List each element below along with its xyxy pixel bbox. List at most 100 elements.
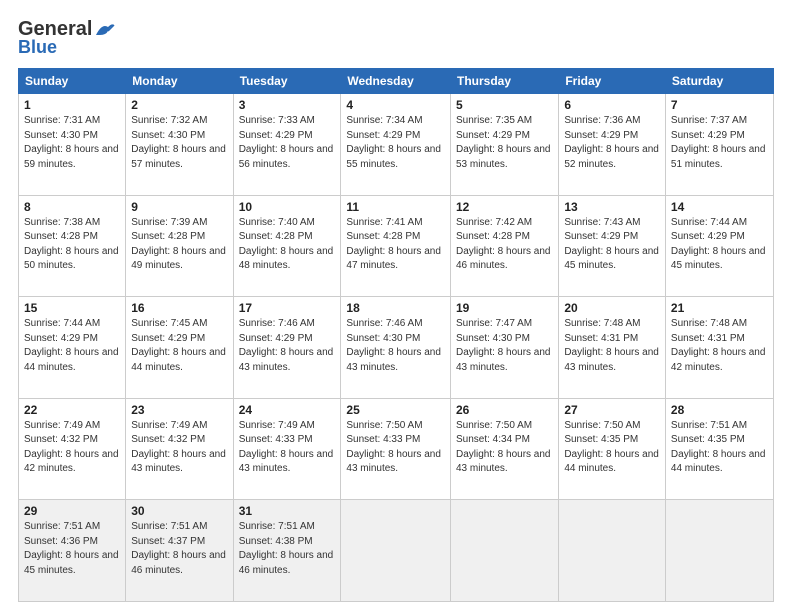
calendar-cell: 21 Sunrise: 7:48 AMSunset: 4:31 PMDayligh… <box>665 297 773 399</box>
calendar-header-row: SundayMondayTuesdayWednesdayThursdayFrid… <box>19 69 774 94</box>
col-header-wednesday: Wednesday <box>341 69 451 94</box>
day-number: 23 <box>131 403 227 417</box>
day-number: 20 <box>564 301 660 315</box>
day-number: 3 <box>239 98 336 112</box>
calendar-cell <box>341 500 451 602</box>
calendar-cell: 20Sunrise: 7:48 AMSunset: 4:31 PMDayligh… <box>559 297 666 399</box>
day-info: Sunrise: 7:49 AMSunset: 4:32 PMDaylight:… <box>24 420 119 475</box>
day-info: Sunrise: 7:51 AMSunset: 4:35 PMDaylight:… <box>671 420 766 475</box>
day-info: Sunrise: 7:51 AMSunset: 4:38 PMDaylight:… <box>239 521 334 576</box>
calendar-cell: 1 Sunrise: 7:31 AMSunset: 4:30 PMDaylight… <box>19 94 126 196</box>
day-info: Sunrise: 7:44 AMSunset: 4:29 PMDaylight:… <box>24 318 119 373</box>
day-number: 2 <box>131 98 227 112</box>
calendar-cell: 16 Sunrise: 7:45 AMSunset: 4:29 PMDayligh… <box>126 297 233 399</box>
col-header-thursday: Thursday <box>450 69 558 94</box>
day-number: 16 <box>131 301 227 315</box>
col-header-sunday: Sunday <box>19 69 126 94</box>
day-info: Sunrise: 7:43 AMSunset: 4:29 PMDaylight:… <box>564 217 659 272</box>
calendar-cell <box>559 500 666 602</box>
day-number: 26 <box>456 403 553 417</box>
day-number: 21 <box>671 301 768 315</box>
calendar-week-3: 15 Sunrise: 7:44 AMSunset: 4:29 PMDayligh… <box>19 297 774 399</box>
calendar-cell: 30 Sunrise: 7:51 AMSunset: 4:37 PMDayligh… <box>126 500 233 602</box>
calendar-week-2: 8 Sunrise: 7:38 AMSunset: 4:28 PMDaylight… <box>19 195 774 297</box>
calendar-cell: 29 Sunrise: 7:51 AMSunset: 4:36 PMDayligh… <box>19 500 126 602</box>
calendar-cell: 12Sunrise: 7:42 AMSunset: 4:28 PMDayligh… <box>450 195 558 297</box>
day-info: Sunrise: 7:51 AMSunset: 4:37 PMDaylight:… <box>131 521 226 576</box>
day-number: 17 <box>239 301 336 315</box>
calendar-cell: 24 Sunrise: 7:49 AMSunset: 4:33 PMDayligh… <box>233 398 341 500</box>
day-number: 11 <box>346 200 445 214</box>
day-info: Sunrise: 7:38 AMSunset: 4:28 PMDaylight:… <box>24 217 119 272</box>
day-number: 1 <box>24 98 120 112</box>
day-info: Sunrise: 7:39 AMSunset: 4:28 PMDaylight:… <box>131 217 226 272</box>
calendar-week-4: 22 Sunrise: 7:49 AMSunset: 4:32 PMDayligh… <box>19 398 774 500</box>
col-header-monday: Monday <box>126 69 233 94</box>
calendar-cell: 26 Sunrise: 7:50 AMSunset: 4:34 PMDayligh… <box>450 398 558 500</box>
day-info: Sunrise: 7:49 AMSunset: 4:33 PMDaylight:… <box>239 420 334 475</box>
day-number: 24 <box>239 403 336 417</box>
calendar-cell: 8 Sunrise: 7:38 AMSunset: 4:28 PMDaylight… <box>19 195 126 297</box>
day-info: Sunrise: 7:31 AMSunset: 4:30 PMDaylight:… <box>24 115 119 170</box>
day-info: Sunrise: 7:35 AMSunset: 4:29 PMDaylight:… <box>456 115 551 170</box>
col-header-friday: Friday <box>559 69 666 94</box>
day-info: Sunrise: 7:46 AMSunset: 4:30 PMDaylight:… <box>346 318 441 373</box>
day-number: 31 <box>239 504 336 518</box>
calendar-cell: 5 Sunrise: 7:35 AMSunset: 4:29 PMDaylight… <box>450 94 558 196</box>
day-info: Sunrise: 7:45 AMSunset: 4:29 PMDaylight:… <box>131 318 226 373</box>
calendar-cell: 27 Sunrise: 7:50 AMSunset: 4:35 PMDayligh… <box>559 398 666 500</box>
calendar-cell: 23 Sunrise: 7:49 AMSunset: 4:32 PMDayligh… <box>126 398 233 500</box>
day-number: 9 <box>131 200 227 214</box>
day-number: 18 <box>346 301 445 315</box>
day-info: Sunrise: 7:36 AMSunset: 4:29 PMDaylight:… <box>564 115 659 170</box>
calendar-cell: 13Sunrise: 7:43 AMSunset: 4:29 PMDayligh… <box>559 195 666 297</box>
day-number: 27 <box>564 403 660 417</box>
day-number: 29 <box>24 504 120 518</box>
logo: General Blue <box>18 18 116 58</box>
calendar-cell: 28 Sunrise: 7:51 AMSunset: 4:35 PMDayligh… <box>665 398 773 500</box>
calendar-cell: 10Sunrise: 7:40 AMSunset: 4:28 PMDayligh… <box>233 195 341 297</box>
day-number: 6 <box>564 98 660 112</box>
header: General Blue <box>18 18 774 58</box>
day-info: Sunrise: 7:48 AMSunset: 4:31 PMDaylight:… <box>671 318 766 373</box>
calendar-cell: 2Sunrise: 7:32 AMSunset: 4:30 PMDaylight… <box>126 94 233 196</box>
calendar-cell: 3 Sunrise: 7:33 AMSunset: 4:29 PMDaylight… <box>233 94 341 196</box>
calendar-cell: 31 Sunrise: 7:51 AMSunset: 4:38 PMDayligh… <box>233 500 341 602</box>
day-number: 19 <box>456 301 553 315</box>
calendar-cell: 4 Sunrise: 7:34 AMSunset: 4:29 PMDaylight… <box>341 94 451 196</box>
day-number: 25 <box>346 403 445 417</box>
calendar-cell: 7 Sunrise: 7:37 AMSunset: 4:29 PMDaylight… <box>665 94 773 196</box>
day-info: Sunrise: 7:37 AMSunset: 4:29 PMDaylight:… <box>671 115 766 170</box>
calendar-cell: 25 Sunrise: 7:50 AMSunset: 4:33 PMDayligh… <box>341 398 451 500</box>
day-number: 28 <box>671 403 768 417</box>
calendar-cell <box>665 500 773 602</box>
calendar-cell <box>450 500 558 602</box>
day-info: Sunrise: 7:41 AMSunset: 4:28 PMDaylight:… <box>346 217 441 272</box>
day-number: 15 <box>24 301 120 315</box>
day-number: 5 <box>456 98 553 112</box>
calendar-week-5: 29 Sunrise: 7:51 AMSunset: 4:36 PMDayligh… <box>19 500 774 602</box>
page: General Blue SundayMondayTuesdayWednesda… <box>0 0 792 612</box>
day-number: 7 <box>671 98 768 112</box>
day-info: Sunrise: 7:50 AMSunset: 4:33 PMDaylight:… <box>346 420 441 475</box>
calendar-table: SundayMondayTuesdayWednesdayThursdayFrid… <box>18 68 774 602</box>
day-number: 14 <box>671 200 768 214</box>
day-info: Sunrise: 7:33 AMSunset: 4:29 PMDaylight:… <box>239 115 334 170</box>
day-info: Sunrise: 7:34 AMSunset: 4:29 PMDaylight:… <box>346 115 441 170</box>
day-info: Sunrise: 7:50 AMSunset: 4:35 PMDaylight:… <box>564 420 659 475</box>
day-number: 4 <box>346 98 445 112</box>
calendar-cell: 14 Sunrise: 7:44 AMSunset: 4:29 PMDayligh… <box>665 195 773 297</box>
day-info: Sunrise: 7:49 AMSunset: 4:32 PMDaylight:… <box>131 420 226 475</box>
calendar-cell: 19 Sunrise: 7:47 AMSunset: 4:30 PMDayligh… <box>450 297 558 399</box>
day-info: Sunrise: 7:50 AMSunset: 4:34 PMDaylight:… <box>456 420 551 475</box>
day-number: 12 <box>456 200 553 214</box>
day-number: 30 <box>131 504 227 518</box>
day-number: 22 <box>24 403 120 417</box>
day-info: Sunrise: 7:47 AMSunset: 4:30 PMDaylight:… <box>456 318 551 373</box>
calendar-cell: 18 Sunrise: 7:46 AMSunset: 4:30 PMDayligh… <box>341 297 451 399</box>
day-number: 8 <box>24 200 120 214</box>
day-info: Sunrise: 7:51 AMSunset: 4:36 PMDaylight:… <box>24 521 119 576</box>
day-info: Sunrise: 7:44 AMSunset: 4:29 PMDaylight:… <box>671 217 766 272</box>
calendar-cell: 15 Sunrise: 7:44 AMSunset: 4:29 PMDayligh… <box>19 297 126 399</box>
col-header-tuesday: Tuesday <box>233 69 341 94</box>
